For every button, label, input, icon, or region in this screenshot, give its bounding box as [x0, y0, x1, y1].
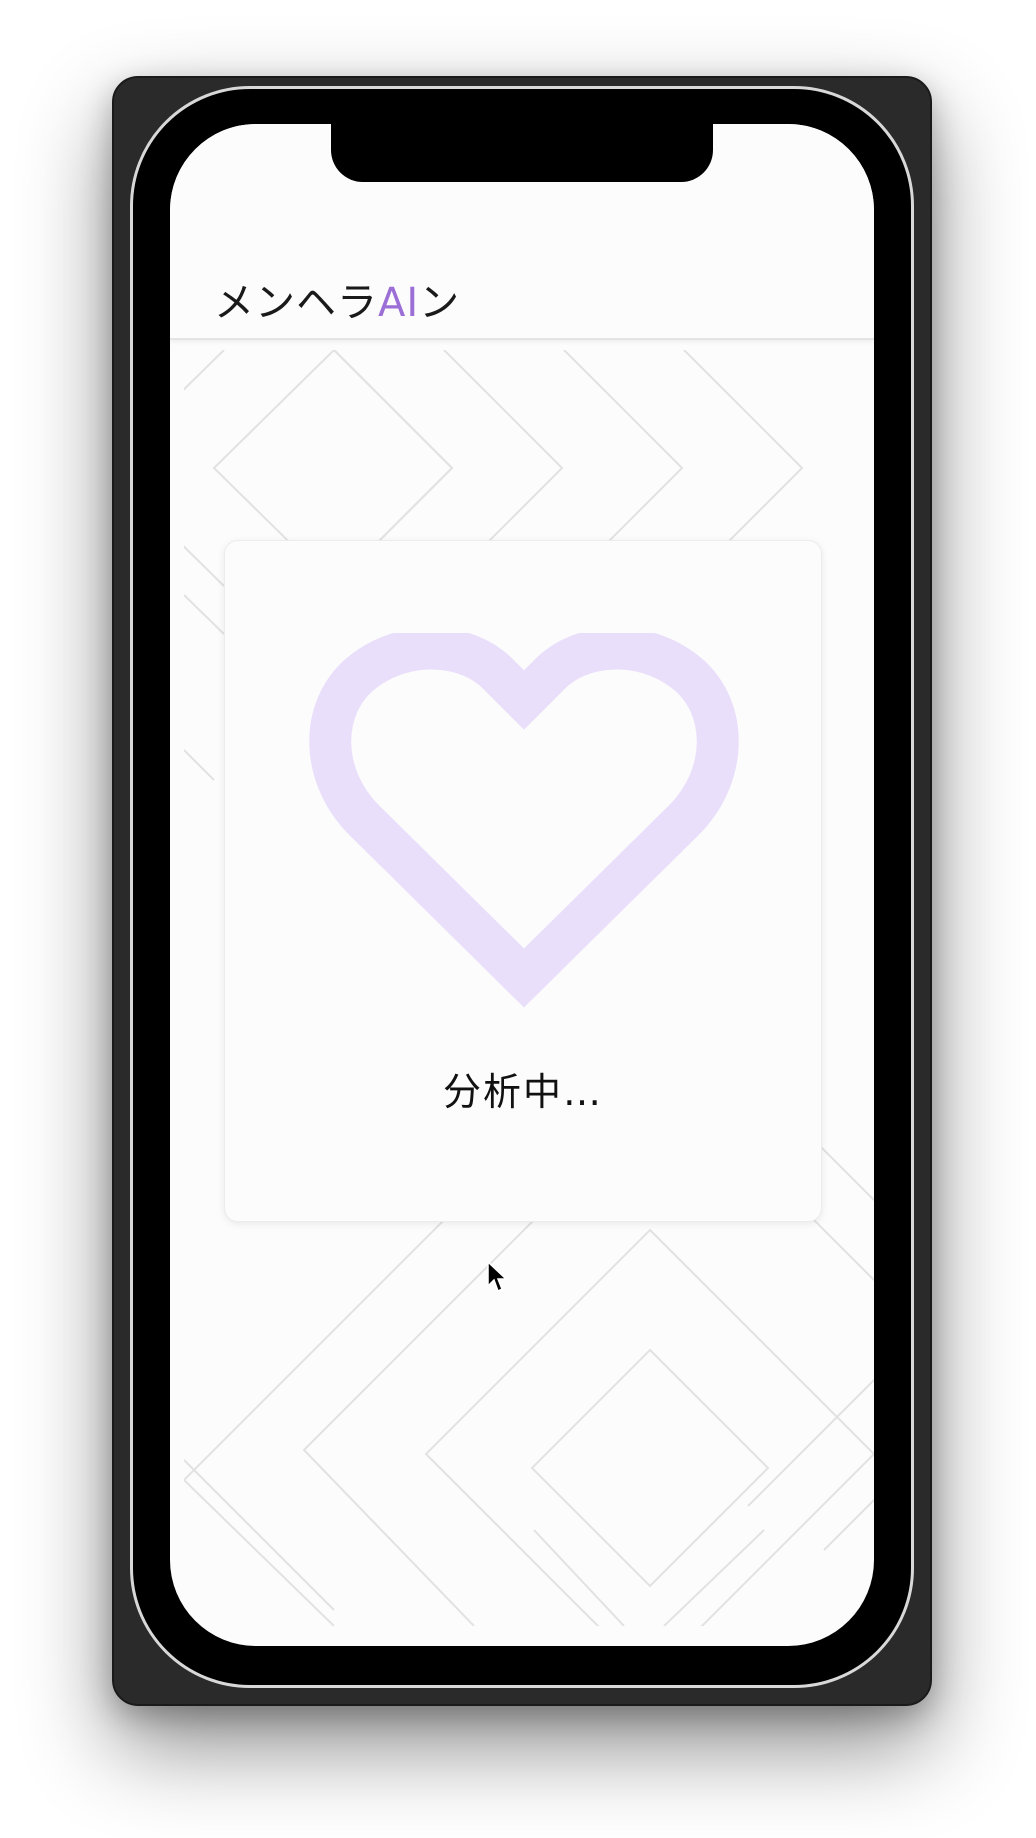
app-title-accent: AI [378, 280, 420, 326]
app-title: メンヘラAIン [214, 270, 460, 328]
mouse-pointer-icon [487, 1260, 508, 1293]
app-title-suffix: ン [419, 280, 461, 326]
app-title-prefix: メンヘラ [214, 280, 378, 326]
device-notch [331, 124, 713, 182]
heart-outline-icon [309, 633, 739, 1008]
loading-card: 分析中… [224, 540, 822, 1222]
loading-status-text: 分析中… [442, 1070, 603, 1114]
phone-screen: メンヘラAIン 分析中… [170, 124, 874, 1646]
